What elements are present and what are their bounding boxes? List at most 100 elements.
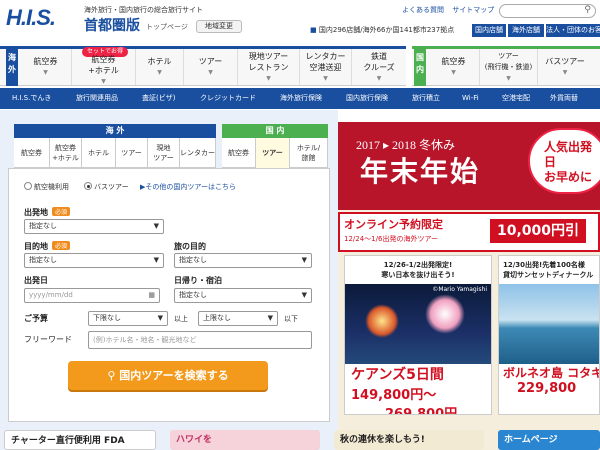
tab-corporate[interactable]: 法人・団体のお客様: [546, 24, 600, 37]
firework-icon: [365, 304, 399, 338]
service-link-card[interactable]: クレジットカード: [200, 88, 256, 109]
site-search-input[interactable]: ⚲: [499, 4, 596, 18]
change-region-button[interactable]: 地域変更: [196, 20, 242, 33]
budget-ika-label: 以下: [284, 315, 298, 323]
service-link-goods[interactable]: 旅行関連用品: [76, 88, 118, 109]
toppage-link[interactable]: トップページ: [146, 22, 188, 32]
chevron-down-icon: ▼: [267, 314, 273, 322]
date-label: 出発日: [24, 276, 48, 285]
card-headline: 12/30出発!先着100名様 貸切サンセットディナークル: [503, 261, 594, 279]
subtab-overseas-tour[interactable]: ツアー: [116, 138, 148, 168]
freeword-input[interactable]: (例)ホテル名・地名・観光地など: [88, 331, 312, 349]
nav-rentacar[interactable]: レンタカー 空港送迎 ▼: [300, 49, 352, 85]
service-link-denki[interactable]: H.I.S.でんき: [12, 88, 51, 109]
site-tagline: 海外旅行・国内旅行の総合旅行サイト: [84, 6, 203, 14]
card-title: ケアンズ5日間: [351, 367, 444, 383]
radio-air-option[interactable]: 航空機利用: [24, 182, 69, 192]
subtab-domestic-tour[interactable]: ツアー: [256, 138, 290, 168]
freeword-label: フリーワード: [24, 335, 72, 344]
service-link-wifi[interactable]: Wi-Fi: [462, 88, 479, 109]
photo-credit: ©Mario Yamagishi: [432, 286, 487, 293]
service-link-overseas-insurance[interactable]: 海外旅行保険: [280, 88, 322, 109]
nav-overseas-tour[interactable]: ツアー ▼: [184, 49, 238, 85]
stay-select[interactable]: 指定なし ▼: [174, 288, 312, 303]
sitemap-link[interactable]: サイトマップ: [452, 6, 494, 14]
card-headline: 12/26-1/2出発限定! 寒い日本を抜け出そう!: [381, 261, 455, 279]
destination-select[interactable]: 指定なし ▼: [24, 253, 164, 268]
required-badge: 必須: [52, 241, 71, 250]
budget-label: ご予算: [24, 314, 48, 323]
service-link-visa[interactable]: 査証(ビザ): [142, 88, 175, 109]
chevron-down-icon: ▼: [153, 222, 159, 230]
top-links: よくある質問 サイトマップ: [402, 5, 500, 15]
card-price-to: 269,800円: [385, 407, 458, 415]
banner-autumn-holiday[interactable]: 秋の連休を楽しもう!: [334, 430, 484, 450]
banner-homepage[interactable]: ホームページ: [498, 430, 600, 450]
chevron-down-icon: ▼: [157, 314, 163, 322]
nav-overseas-hotel[interactable]: ホテル ▼: [136, 49, 184, 85]
service-link-savings[interactable]: 旅行積立: [412, 88, 440, 109]
budget-max-select[interactable]: 上限なし ▼: [198, 311, 278, 326]
date-input[interactable]: yyyy/mm/dd ▦: [24, 288, 160, 303]
nav-bus-tour[interactable]: バスツアー ▼: [538, 49, 592, 85]
stay-label: 日帰り・宿泊: [174, 276, 222, 285]
purpose-select[interactable]: 指定なし ▼: [174, 253, 312, 268]
discount-badge: 10,000円引: [490, 219, 586, 243]
nav-domestic-air[interactable]: 航空券 ▼: [428, 49, 480, 85]
nav-overseas-air[interactable]: 航空券 ▼: [20, 49, 72, 85]
tab-overseas-search[interactable]: 海 外: [14, 124, 216, 138]
departure-select[interactable]: 指定なし ▼: [24, 219, 164, 234]
radio-bus-option[interactable]: バスツアー: [84, 182, 129, 192]
chevron-down-icon: ▼: [153, 256, 159, 264]
domestic-nav-label: 国内: [414, 46, 426, 86]
service-link-domestic-insurance[interactable]: 国内旅行保険: [346, 88, 388, 109]
chevron-down-icon: ▼: [301, 291, 307, 299]
faq-link[interactable]: よくある質問: [402, 6, 444, 14]
radio-bus[interactable]: [84, 182, 92, 190]
calendar-icon[interactable]: ▦: [148, 289, 155, 302]
online-title: オンライン予約限定: [344, 218, 443, 231]
tab-domestic-stores[interactable]: 国内店舗: [472, 24, 506, 37]
subtab-overseas-air-hotel[interactable]: 航空券 +ホテル: [50, 138, 82, 168]
nav-local-tour[interactable]: 現地ツアー レストラン ▼: [238, 49, 300, 85]
budget-ijo-label: 以上: [174, 315, 188, 323]
subtab-domestic-air[interactable]: 航空券: [222, 138, 256, 168]
online-subtitle: 12/24〜1/6出発の海外ツアー: [344, 235, 439, 243]
subtab-overseas-air[interactable]: 航空券: [14, 138, 50, 168]
required-badge: 必須: [52, 207, 71, 216]
tab-domestic-search[interactable]: 国 内: [222, 124, 328, 138]
service-link-exchange[interactable]: 外貨両替: [550, 88, 578, 109]
destination-label: 目的地 必須: [24, 241, 71, 252]
banner-charter-fda[interactable]: チャーター直行便利用 FDA: [4, 430, 156, 450]
nav-domestic-tour[interactable]: ツアー (飛行機・鉄道) ▼: [480, 49, 538, 85]
his-logo[interactable]: H.I.S.: [6, 6, 70, 30]
nav-rail-cruise[interactable]: 鉄道 クルーズ ▼: [352, 49, 406, 85]
promo-bubble-text: 人気出発日 お早めに: [544, 140, 593, 184]
subtab-domestic-hotel[interactable]: ホテル/ 旅館: [290, 138, 328, 168]
search-icon: ⚲: [107, 369, 116, 382]
card-price-from: 149,800円〜: [351, 388, 437, 403]
promo-title: 年末年始: [360, 155, 481, 188]
banner-hawaii[interactable]: ハワイを: [170, 430, 320, 450]
promo-card-borneo[interactable]: 12/30出発!先着100名様 貸切サンセットディナークル ボルネオ島 コタキナ…: [498, 255, 600, 415]
budget-min-select[interactable]: 下限なし ▼: [88, 311, 168, 326]
radio-air[interactable]: [24, 182, 32, 190]
subtab-overseas-hotel[interactable]: ホテル: [82, 138, 116, 168]
firework-icon: [425, 294, 465, 334]
harbor-image: [499, 284, 599, 364]
nav-overseas-air-hotel[interactable]: 航空券 +ホテル ▼: [72, 49, 136, 85]
subtab-overseas-rentacar[interactable]: レンタカー: [180, 138, 216, 168]
search-icon: ⚲: [584, 5, 591, 15]
domestic-tour-search-button[interactable]: ⚲ 国内ツアーを検索する: [68, 361, 268, 390]
overseas-nav-label: 海外: [6, 46, 18, 86]
promo-card-cairns[interactable]: 12/26-1/2出発限定! 寒い日本を抜け出そう! ©Mario Yamagi…: [344, 255, 492, 415]
tab-overseas-stores[interactable]: 海外店舗: [508, 24, 544, 37]
chevron-down-icon: ▼: [301, 256, 307, 264]
subtab-overseas-local[interactable]: 現地 ツアー: [148, 138, 180, 168]
card-title: ボルネオ島 コタキナバル: [503, 366, 600, 380]
other-tours-link[interactable]: ▶その他の国内ツアーはこちら: [140, 182, 236, 192]
card-price: 229,800: [517, 381, 577, 396]
service-link-delivery[interactable]: 空港宅配: [502, 88, 530, 109]
region-title: 首都圏版: [84, 18, 140, 34]
store-count: ■ 国内296店舗/海外66か国141都市237拠点: [310, 26, 455, 34]
